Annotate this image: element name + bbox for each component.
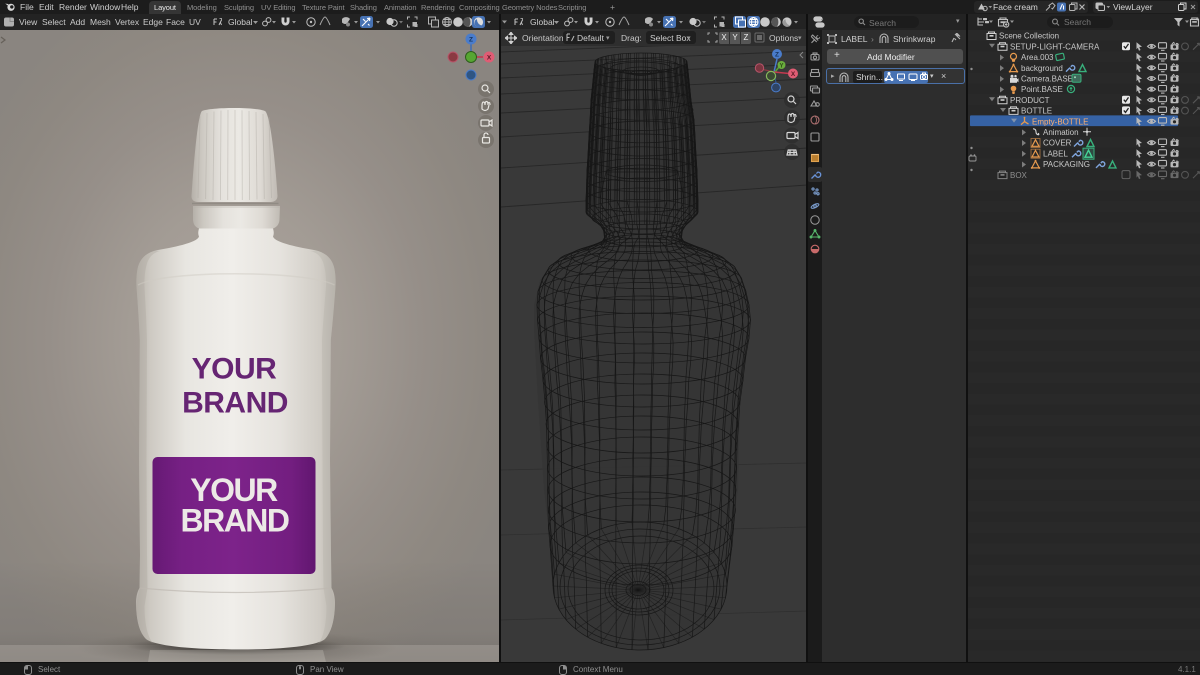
svg-text:Z: Z	[775, 52, 779, 59]
svg-text:BRAND: BRAND	[182, 387, 288, 420]
svg-text:X: X	[487, 55, 492, 62]
svg-text:LABEL: LABEL	[1043, 149, 1068, 158]
svg-text:Animation: Animation	[1043, 128, 1079, 137]
svg-text:PACKAGING: PACKAGING	[1043, 160, 1090, 169]
svg-text:YOUR: YOUR	[192, 353, 278, 386]
svg-text:BOX: BOX	[1010, 171, 1028, 180]
svg-text:BRAND: BRAND	[180, 503, 288, 539]
svg-text:Z: Z	[469, 37, 473, 44]
svg-text:background: background	[1021, 64, 1063, 73]
svg-text:Search: Search	[1064, 17, 1091, 27]
svg-text:SETUP-LIGHT-CAMERA: SETUP-LIGHT-CAMERA	[1010, 42, 1100, 51]
svg-text:Camera.BASE: Camera.BASE	[1021, 74, 1073, 83]
svg-text:Y: Y	[779, 64, 783, 70]
svg-text:Area.003: Area.003	[1021, 53, 1054, 62]
svg-text:o: o	[1196, 17, 1199, 23]
svg-text:X: X	[791, 71, 796, 78]
svg-text:Scene Collection: Scene Collection	[999, 32, 1059, 41]
svg-text:BOTTLE: BOTTLE	[1021, 107, 1052, 116]
svg-text:Point.BASE: Point.BASE	[1021, 85, 1063, 94]
svg-text:PRODUCT: PRODUCT	[1010, 96, 1050, 105]
svg-text:COVER: COVER	[1043, 139, 1072, 148]
svg-text:Empty-BOTTLE: Empty-BOTTLE	[1032, 117, 1088, 126]
